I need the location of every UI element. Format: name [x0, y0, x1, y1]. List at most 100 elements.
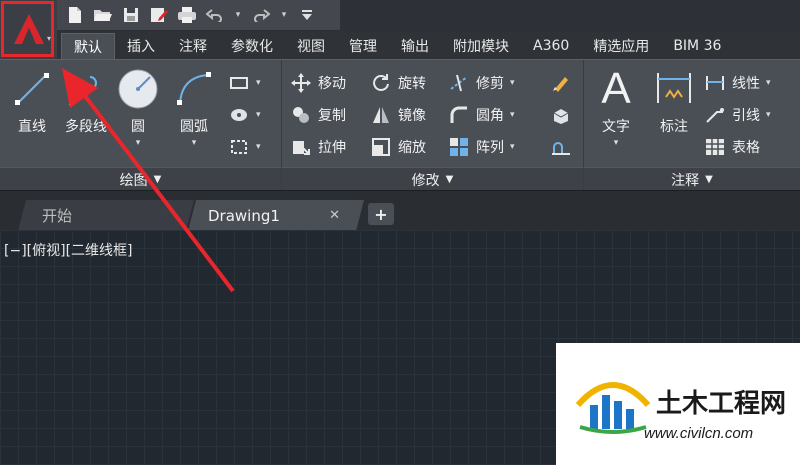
tab-bim360[interactable]: BIM 36: [661, 33, 733, 59]
circle-tool[interactable]: 圆 ▾: [110, 66, 166, 148]
table-label: 表格: [732, 140, 760, 156]
undo-icon[interactable]: [205, 5, 225, 25]
tab-featured-apps[interactable]: 精选应用: [581, 33, 661, 59]
table-tool[interactable]: 表格: [704, 134, 760, 160]
open-icon[interactable]: [93, 5, 113, 25]
polyline-tool[interactable]: 多段线: [58, 66, 114, 136]
modify-panel-caret-icon: ▼: [445, 174, 454, 185]
close-icon[interactable]: ✕: [329, 208, 340, 223]
save-icon[interactable]: [121, 5, 141, 25]
undo-dropdown-icon[interactable]: ▾: [233, 5, 243, 25]
boundary-dropdown-icon[interactable]: ▾: [256, 142, 261, 152]
tab-parametric[interactable]: 参数化: [219, 33, 285, 59]
stretch-icon: [290, 136, 312, 158]
scale-label: 缩放: [398, 140, 426, 156]
print-icon[interactable]: [177, 5, 197, 25]
new-tab-button[interactable]: +: [368, 203, 394, 225]
array-icon: [448, 136, 470, 158]
array-tool[interactable]: 阵列 ▾: [448, 134, 515, 160]
stretch-tool[interactable]: 拉伸: [290, 134, 346, 160]
explode-icon: [550, 104, 572, 126]
file-tab-drawing1[interactable]: Drawing1 ✕: [188, 200, 364, 231]
annotation-panel: A 文字 ▾ 标注 线性 ▾ 引线 ▾ 表格 注释 ▼: [584, 60, 800, 191]
draw-panel-title[interactable]: 绘图 ▼: [0, 167, 281, 191]
erase-tool[interactable]: [550, 70, 572, 96]
dimension-tool[interactable]: 标注: [646, 66, 702, 136]
leader-icon: [704, 104, 726, 126]
leader-tool[interactable]: 引线 ▾: [704, 102, 771, 128]
tab-insert[interactable]: 插入: [115, 33, 167, 59]
customize-icon[interactable]: [297, 5, 317, 25]
text-dropdown-icon[interactable]: ▾: [614, 138, 619, 148]
quick-access-toolbar: ▾ ▾: [57, 0, 340, 31]
move-icon: [290, 72, 312, 94]
stretch-label: 拉伸: [318, 140, 346, 156]
array-dropdown-icon[interactable]: ▾: [510, 142, 515, 152]
tab-output[interactable]: 输出: [389, 33, 441, 59]
draw-panel-caret-icon: ▼: [153, 174, 162, 185]
linear-tool[interactable]: 线性 ▾: [704, 70, 771, 96]
tab-manage[interactable]: 管理: [337, 33, 389, 59]
rectangle-dropdown-icon[interactable]: ▾: [256, 78, 261, 88]
scale-tool[interactable]: 缩放: [370, 134, 426, 160]
copy-icon: [290, 104, 312, 126]
tab-addins[interactable]: 附加模块: [441, 33, 521, 59]
tab-a360[interactable]: A360: [521, 33, 581, 59]
tab-view[interactable]: 视图: [285, 33, 337, 59]
hatch-tool[interactable]: ▾: [228, 102, 261, 128]
fillet-tool[interactable]: 圆角 ▾: [448, 102, 515, 128]
mirror-tool[interactable]: 镜像: [370, 102, 426, 128]
boundary-icon: [228, 136, 250, 158]
scale-icon: [370, 136, 392, 158]
fillet-dropdown-icon[interactable]: ▾: [510, 110, 515, 120]
modify-panel-title-label: 修改: [411, 172, 440, 189]
tab-annotate[interactable]: 注释: [167, 33, 219, 59]
polyline-label: 多段线: [65, 119, 107, 135]
array-label: 阵列: [476, 140, 504, 156]
linear-dropdown-icon[interactable]: ▾: [766, 78, 771, 88]
dimension-label: 标注: [660, 119, 688, 135]
viewport-controls[interactable]: [−][俯视][二维线框]: [4, 240, 133, 260]
dimension-icon: [652, 66, 696, 112]
rotate-icon: [370, 72, 392, 94]
line-tool[interactable]: 直线: [4, 66, 60, 136]
circle-label: 圆: [131, 119, 145, 135]
linear-label: 线性: [732, 76, 760, 92]
save-as-icon[interactable]: [149, 5, 169, 25]
draw-panel-title-label: 绘图: [119, 172, 148, 189]
boundary-tool[interactable]: ▾: [228, 134, 261, 160]
trim-dropdown-icon[interactable]: ▾: [510, 78, 515, 88]
hatch-dropdown-icon[interactable]: ▾: [256, 110, 261, 120]
copy-tool[interactable]: 复制: [290, 102, 346, 128]
redo-dropdown-icon[interactable]: ▾: [279, 5, 289, 25]
draw-panel: 直线 多段线 圆 ▾ 圆弧 ▾ ▾ ▾ ▾ 绘图 ▼: [0, 60, 282, 191]
file-tab-start[interactable]: 开始: [18, 200, 194, 231]
trim-label: 修剪: [476, 76, 504, 92]
leader-dropdown-icon[interactable]: ▾: [766, 110, 771, 120]
arc-tool[interactable]: 圆弧 ▾: [166, 66, 222, 148]
fillet-icon: [448, 104, 470, 126]
leader-label: 引线: [732, 108, 760, 124]
text-tool[interactable]: A 文字 ▾: [588, 66, 644, 149]
ribbon-tabs: 默认 插入 注释 参数化 视图 管理 输出 附加模块 A360 精选应用 BIM…: [57, 31, 800, 59]
arc-dropdown-icon[interactable]: ▾: [192, 138, 197, 148]
table-icon: [704, 136, 726, 158]
application-menu-button[interactable]: ▾: [0, 0, 57, 59]
rotate-tool[interactable]: 旋转: [370, 70, 426, 96]
new-icon[interactable]: [65, 5, 85, 25]
move-label: 移动: [318, 76, 346, 92]
circle-dropdown-icon[interactable]: ▾: [136, 138, 141, 148]
mirror-icon: [370, 104, 392, 126]
arc-icon: [172, 66, 216, 112]
explode-tool[interactable]: [550, 102, 572, 128]
trim-tool[interactable]: 修剪 ▾: [448, 70, 515, 96]
move-tool[interactable]: 移动: [290, 70, 346, 96]
rectangle-tool[interactable]: ▾: [228, 70, 261, 96]
redo-icon[interactable]: [251, 5, 271, 25]
offset-tool[interactable]: [550, 134, 572, 160]
modify-panel-title[interactable]: 修改 ▼: [282, 167, 583, 191]
tab-default[interactable]: 默认: [61, 33, 115, 59]
annotation-panel-title[interactable]: 注释 ▼: [584, 167, 800, 191]
watermark-logo-icon: [575, 382, 651, 434]
fillet-label: 圆角: [476, 108, 504, 124]
